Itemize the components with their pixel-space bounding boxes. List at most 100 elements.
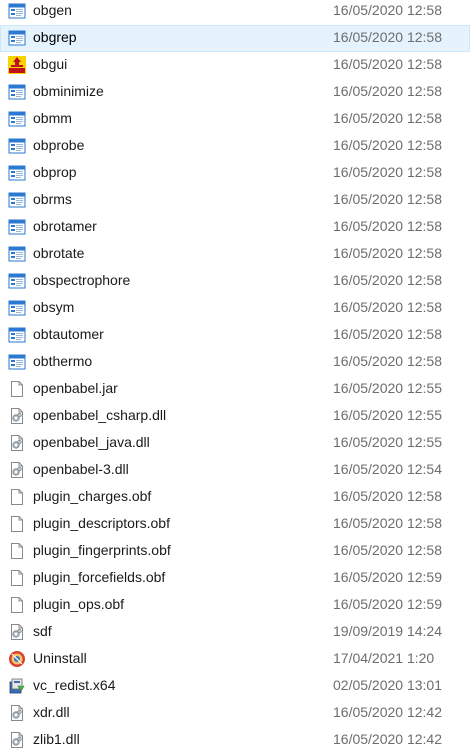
file-name: obprop (33, 164, 77, 180)
file-date-modified: 16/05/2020 12:55 (333, 407, 442, 423)
file-row[interactable]: vc_redist.x64 02/05/2020 13:01 (0, 673, 470, 700)
file-name: plugin_fingerprints.obf (33, 542, 171, 558)
file-row[interactable]: obrotate 16/05/2020 12:58 (0, 241, 470, 268)
file-date-modified: 16/05/2020 12:58 (333, 218, 442, 234)
file-name: openbabel_java.dll (33, 434, 150, 450)
exe-window-icon (8, 353, 26, 371)
file-name: obrotamer (33, 218, 97, 234)
file-name: obmm (33, 110, 72, 126)
uninstall-icon (8, 650, 26, 668)
file-date-modified: 16/05/2020 12:58 (333, 272, 442, 288)
file-date-modified: 16/05/2020 12:58 (333, 299, 442, 315)
file-date-modified: 17/04/2021 1:20 (333, 650, 435, 666)
file-name: Uninstall (33, 650, 87, 666)
file-name: xdr.dll (33, 704, 70, 720)
file-name: obrms (33, 191, 72, 207)
file-name: plugin_descriptors.obf (33, 515, 170, 531)
file-date-modified: 16/05/2020 12:58 (333, 488, 442, 504)
file-row[interactable]: openbabel.jar 16/05/2020 12:55 (0, 376, 470, 403)
file-date-modified: 16/05/2020 12:58 (333, 515, 442, 531)
file-name: obgrep (33, 29, 77, 45)
exe-window-icon (8, 29, 26, 47)
blank-file-icon (8, 515, 26, 533)
file-row[interactable]: obtautomer 16/05/2020 12:58 (0, 322, 470, 349)
file-row[interactable]: xdr.dll 16/05/2020 12:42 (0, 700, 470, 727)
file-row[interactable]: obmm 16/05/2020 12:58 (0, 106, 470, 133)
installer-icon (8, 677, 26, 695)
file-name: vc_redist.x64 (33, 677, 116, 693)
file-date-modified: 16/05/2020 12:58 (333, 83, 442, 99)
file-list: obgen 16/05/2020 12:58 obgrep 16/05/2020 12… (0, 0, 470, 755)
file-date-modified: 16/05/2020 12:58 (333, 2, 442, 18)
file-row[interactable]: obgrep 16/05/2020 12:58 (0, 25, 470, 52)
file-row[interactable]: obrotamer 16/05/2020 12:58 (0, 214, 470, 241)
exe-window-icon (8, 272, 26, 290)
dll-gear-icon (8, 704, 26, 722)
file-name: obgen (33, 2, 72, 18)
dll-gear-icon (8, 731, 26, 749)
file-name: obtautomer (33, 326, 104, 342)
file-row[interactable]: plugin_fingerprints.obf 16/05/2020 12:58 (0, 538, 470, 565)
file-date-modified: 16/05/2020 12:58 (333, 191, 442, 207)
blank-file-icon (8, 380, 26, 398)
file-name: zlib1.dll (33, 731, 80, 747)
file-row[interactable]: plugin_ops.obf 16/05/2020 12:59 (0, 592, 470, 619)
file-date-modified: 16/05/2020 12:59 (333, 569, 442, 585)
file-row[interactable]: obgen 16/05/2020 12:58 (0, 0, 470, 25)
file-date-modified: 16/05/2020 12:58 (333, 353, 442, 369)
file-date-modified: 02/05/2020 13:01 (333, 677, 442, 693)
file-row[interactable]: plugin_forcefields.obf 16/05/2020 12:59 (0, 565, 470, 592)
exe-window-icon (8, 83, 26, 101)
file-row[interactable]: obthermo 16/05/2020 12:58 (0, 349, 470, 376)
exe-window-icon (8, 164, 26, 182)
file-row[interactable]: obprop 16/05/2020 12:58 (0, 160, 470, 187)
file-date-modified: 16/05/2020 12:58 (333, 164, 442, 180)
exe-window-icon (8, 110, 26, 128)
file-row[interactable]: openbabel-3.dll 16/05/2020 12:54 (0, 457, 470, 484)
file-row[interactable]: obgui 16/05/2020 12:58 (0, 52, 470, 79)
dll-gear-icon (8, 434, 26, 452)
file-date-modified: 16/05/2020 12:58 (333, 29, 442, 45)
exe-window-icon (8, 326, 26, 344)
file-name: obrotate (33, 245, 85, 261)
file-date-modified: 16/05/2020 12:59 (333, 596, 442, 612)
file-date-modified: 19/09/2019 14:24 (333, 623, 442, 639)
file-name: obprobe (33, 137, 85, 153)
file-row[interactable]: obspectrophore 16/05/2020 12:58 (0, 268, 470, 295)
file-row[interactable]: openbabel_java.dll 16/05/2020 12:55 (0, 430, 470, 457)
blank-file-icon (8, 542, 26, 560)
file-name: obgui (33, 56, 68, 72)
file-row[interactable]: Uninstall 17/04/2021 1:20 (0, 646, 470, 673)
file-row[interactable]: obrms 16/05/2020 12:58 (0, 187, 470, 214)
file-name: openbabel.jar (33, 380, 118, 396)
file-date-modified: 16/05/2020 12:55 (333, 434, 442, 450)
file-name: openbabel-3.dll (33, 461, 129, 477)
file-row[interactable]: plugin_descriptors.obf 16/05/2020 12:58 (0, 511, 470, 538)
file-name: plugin_ops.obf (33, 596, 125, 612)
exe-window-icon (8, 299, 26, 317)
file-name: obspectrophore (33, 272, 131, 288)
file-name: obsym (33, 299, 75, 315)
file-date-modified: 16/05/2020 12:58 (333, 56, 442, 72)
file-date-modified: 16/05/2020 12:54 (333, 461, 442, 477)
file-row[interactable]: obprobe 16/05/2020 12:58 (0, 133, 470, 160)
file-date-modified: 16/05/2020 12:42 (333, 704, 442, 720)
exe-window-icon (8, 218, 26, 236)
blank-file-icon (8, 596, 26, 614)
file-date-modified: 16/05/2020 12:58 (333, 542, 442, 558)
file-row[interactable]: sdf 19/09/2019 14:24 (0, 619, 470, 646)
file-name: plugin_forcefields.obf (33, 569, 166, 585)
file-row[interactable]: zlib1.dll 16/05/2020 12:42 (0, 727, 470, 754)
file-row[interactable]: obsym 16/05/2020 12:58 (0, 295, 470, 322)
exe-window-icon (8, 191, 26, 209)
file-date-modified: 16/05/2020 12:42 (333, 731, 442, 747)
file-row[interactable]: openbabel_csharp.dll 16/05/2020 12:55 (0, 403, 470, 430)
exe-window-icon (8, 137, 26, 155)
file-row[interactable]: obminimize 16/05/2020 12:58 (0, 79, 470, 106)
file-row[interactable]: plugin_charges.obf 16/05/2020 12:58 (0, 484, 470, 511)
babel-app-icon (8, 56, 26, 74)
file-name: obthermo (33, 353, 93, 369)
dll-gear-icon (8, 407, 26, 425)
exe-window-icon (8, 245, 26, 263)
file-date-modified: 16/05/2020 12:58 (333, 110, 442, 126)
